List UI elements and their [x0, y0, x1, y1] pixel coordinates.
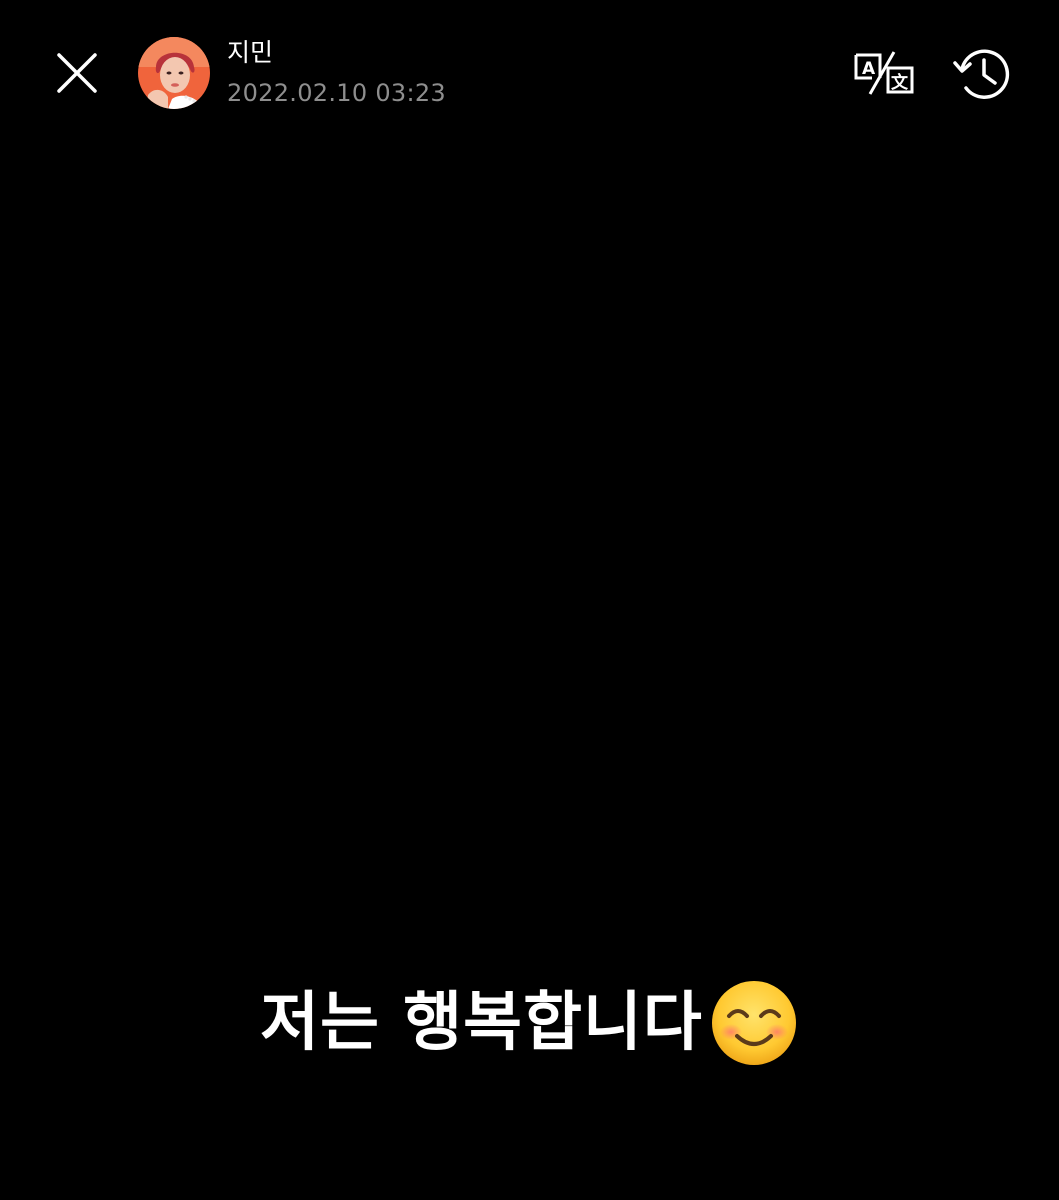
- author-name[interactable]: 지민: [227, 38, 273, 68]
- avatar[interactable]: [138, 37, 210, 109]
- post-timestamp: 2022.02.10 03:23: [227, 79, 447, 107]
- svg-text:A: A: [862, 59, 876, 79]
- history-button[interactable]: [952, 45, 1014, 103]
- post-caption: 저는 행복합니다: [0, 978, 1059, 1068]
- svg-text:文: 文: [891, 72, 909, 93]
- translate-icon: A 文: [854, 51, 914, 95]
- close-button[interactable]: [52, 48, 102, 98]
- caption-text: 저는 행복합니다: [260, 986, 703, 1060]
- close-icon: [57, 53, 97, 93]
- history-icon: [953, 49, 1010, 99]
- post-header: 지민 2022.02.10 03:23 A 文: [0, 0, 1059, 150]
- smiling-face-icon: [711, 981, 796, 1065]
- translate-button[interactable]: A 文: [850, 48, 918, 98]
